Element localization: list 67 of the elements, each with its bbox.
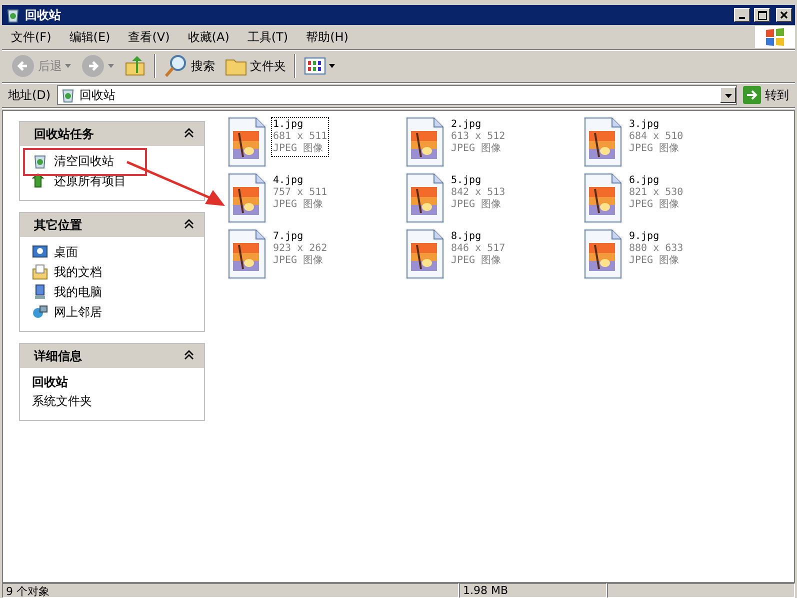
task-link[interactable]: 我的电脑 xyxy=(32,283,196,301)
image-file-icon xyxy=(227,173,267,223)
flag-logo xyxy=(755,26,795,48)
image-file-icon xyxy=(227,229,267,279)
collapse-button[interactable] xyxy=(184,350,196,362)
computer-icon xyxy=(32,284,48,300)
dropdown-caret-icon xyxy=(329,64,335,68)
file-label[interactable]: 2.jpg 613 x 512 JPEG 图像 xyxy=(449,117,508,157)
dropdown-caret-icon xyxy=(108,64,114,68)
view-grid-icon xyxy=(304,57,326,75)
maximize-button[interactable] xyxy=(754,8,770,22)
task-link[interactable]: 还原所有项目 xyxy=(32,172,196,190)
go-button[interactable]: 转到 xyxy=(737,86,795,104)
task-link[interactable]: 清空回收站 xyxy=(32,152,196,170)
task-link[interactable]: 网上邻居 xyxy=(32,303,196,321)
image-file-icon xyxy=(583,173,623,223)
panel-title: 回收站任务 xyxy=(34,126,94,142)
recycle-bin-icon xyxy=(32,153,48,169)
status-count: 9 个对象 xyxy=(2,583,459,598)
network-icon xyxy=(32,304,48,320)
image-file-icon xyxy=(405,173,445,223)
desktop-icon xyxy=(32,244,48,260)
image-file-icon xyxy=(583,229,623,279)
folders-button[interactable]: 文件夹 xyxy=(220,53,291,79)
menu-item[interactable]: 查看(V) xyxy=(119,24,179,50)
task-link[interactable]: 桌面 xyxy=(32,243,196,261)
menu-item[interactable]: 工具(T) xyxy=(238,24,298,50)
address-label: 地址(D) xyxy=(7,86,52,104)
menu-item[interactable]: 编辑(E) xyxy=(60,24,120,50)
image-file-icon xyxy=(405,229,445,279)
panel-title: 详细信息 xyxy=(34,348,82,364)
menu-item[interactable]: 帮助(H) xyxy=(297,24,358,50)
menu-item[interactable]: 收藏(A) xyxy=(178,24,238,50)
panel-title: 其它位置 xyxy=(34,216,82,234)
minimize-button[interactable] xyxy=(734,8,750,22)
image-file-icon xyxy=(405,117,445,167)
file-label[interactable]: 7.jpg 923 x 262 JPEG 图像 xyxy=(271,229,330,269)
file-label[interactable]: 8.jpg 846 x 517 JPEG 图像 xyxy=(449,229,508,269)
file-label[interactable]: 4.jpg 757 x 511 JPEG 图像 xyxy=(271,173,330,213)
file-label[interactable]: 1.jpg 681 x 511 JPEG 图像 xyxy=(271,117,330,157)
search-icon xyxy=(164,54,188,78)
task-link[interactable]: 我的文档 xyxy=(32,263,196,281)
caret-icon xyxy=(724,94,732,98)
image-file-icon xyxy=(227,117,267,167)
dropdown-button[interactable] xyxy=(720,87,736,103)
recycle-bin-icon xyxy=(5,7,21,23)
folder-up-icon xyxy=(124,55,146,77)
address-field[interactable]: 回收站 xyxy=(56,85,737,105)
file-label[interactable]: 3.jpg 684 x 510 JPEG 图像 xyxy=(627,117,686,157)
status-size: 1.98 MB xyxy=(459,583,607,598)
image-file-icon xyxy=(583,117,623,167)
maximize-icon xyxy=(758,10,766,20)
search-button[interactable]: 搜索 xyxy=(159,51,220,81)
recycle-bin-icon xyxy=(60,87,76,103)
detail-description: 系统文件夹 xyxy=(32,393,93,410)
file-label[interactable]: 9.jpg 880 x 633 JPEG 图像 xyxy=(627,229,686,269)
detail-name: 回收站 xyxy=(32,374,69,391)
collapse-button[interactable] xyxy=(184,128,196,140)
file-label[interactable]: 6.jpg 821 x 530 JPEG 图像 xyxy=(627,173,686,213)
window-title: 回收站 xyxy=(25,6,62,24)
close-icon xyxy=(780,11,788,19)
menu-item[interactable]: 文件(F) xyxy=(2,24,60,50)
file-label[interactable]: 5.jpg 842 x 513 JPEG 图像 xyxy=(449,173,508,213)
collapse-button[interactable] xyxy=(184,219,196,231)
dropdown-caret-icon xyxy=(65,64,71,68)
close-button[interactable] xyxy=(776,8,792,22)
folder-document-icon xyxy=(32,264,48,280)
